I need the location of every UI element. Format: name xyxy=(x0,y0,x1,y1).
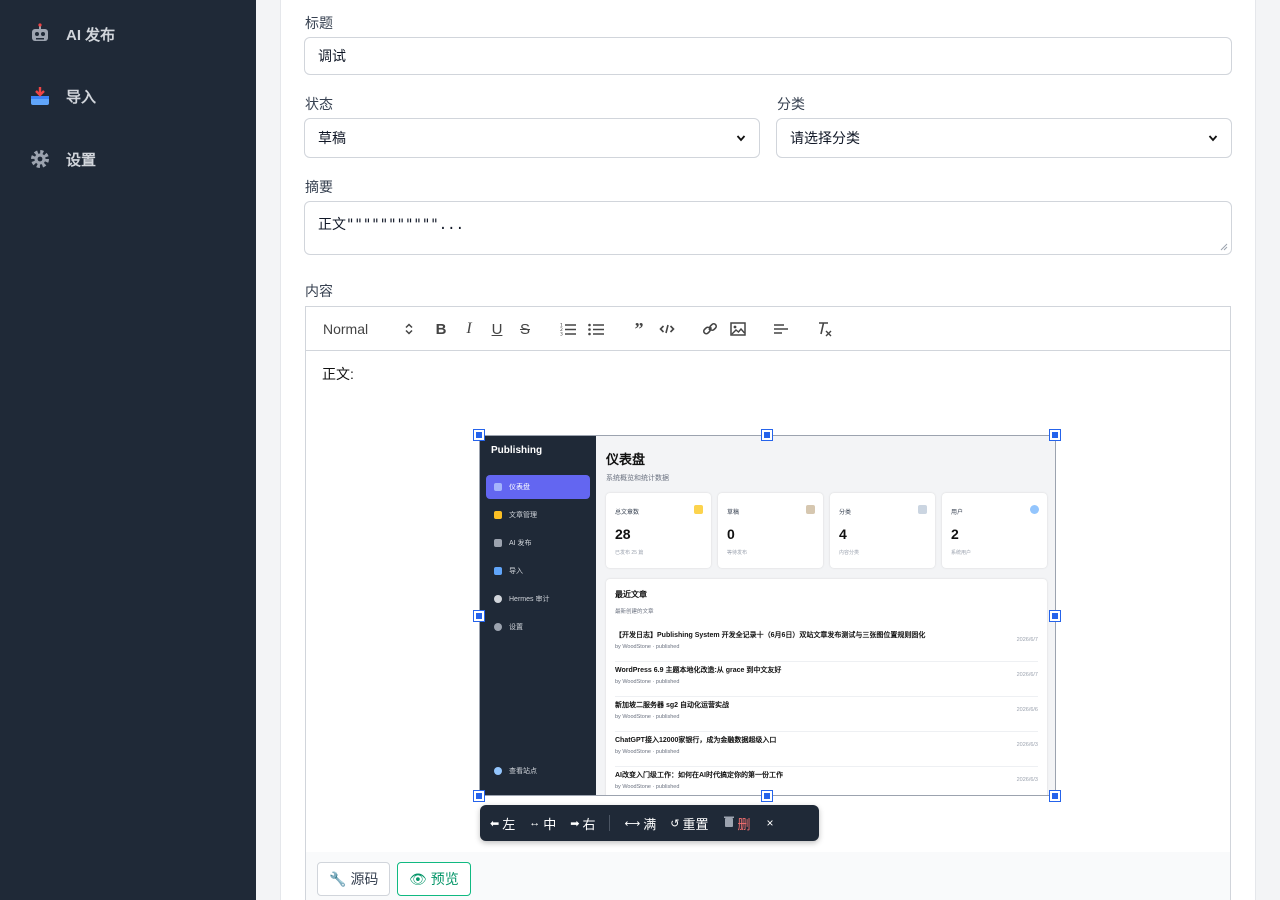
embedded-image[interactable]: Publishing 仪表盘 文章管理 AI 发布 导入 Hermes 审计 设… xyxy=(479,435,1056,796)
code-block-icon[interactable] xyxy=(658,320,676,338)
category-select[interactable]: 请选择分类 xyxy=(776,118,1232,158)
arrow-left-icon: ⬅ xyxy=(490,817,500,830)
embedded-nav-item: 设置 xyxy=(486,615,590,639)
sidebar: AI 发布 导入 设置 xyxy=(0,0,256,900)
underline-icon[interactable]: U xyxy=(488,320,506,338)
sidebar-item-settings[interactable]: 设置 xyxy=(28,145,96,173)
resize-handle-bottom-right[interactable] xyxy=(1049,790,1061,802)
chevron-down-icon xyxy=(736,135,746,142)
title-input[interactable]: 调试 xyxy=(304,37,1232,75)
resize-handle-top-right[interactable] xyxy=(1049,429,1061,441)
resize-handle-bottom[interactable] xyxy=(761,790,773,802)
expand-horizontal-icon: ⟷ xyxy=(624,817,641,830)
resize-handle-top[interactable] xyxy=(761,429,773,441)
link-icon[interactable] xyxy=(701,320,719,338)
resize-handle-top-left[interactable] xyxy=(473,429,485,441)
stat-card: 分类 4 内容分类 xyxy=(830,493,935,568)
align-center-button[interactable]: ↔ 中 xyxy=(529,814,556,833)
embedded-nav-item: 查看站点 xyxy=(486,759,590,783)
status-label: 状态 xyxy=(305,96,333,112)
recent-articles: 最近文章 最新创建的文章 【开发日志】Publishing System 开发全… xyxy=(606,579,1047,795)
embedded-page-subtitle: 系统概览和统计数据 xyxy=(606,475,669,482)
summary-label: 摘要 xyxy=(305,179,333,195)
close-toolbar-button[interactable]: × xyxy=(767,816,774,830)
eye-icon: 👁 xyxy=(409,870,427,887)
status-select-value: 草稿 xyxy=(318,130,346,146)
bold-icon[interactable]: B xyxy=(432,320,450,338)
header-format-select[interactable]: Normal xyxy=(323,319,413,339)
resize-grip-icon[interactable] xyxy=(1220,243,1228,251)
clear-format-icon[interactable] xyxy=(815,320,833,338)
title-input-value: 调试 xyxy=(318,48,346,64)
preview-button[interactable]: 👁 预览 xyxy=(397,862,471,896)
embedded-nav-item: Hermes 审计 xyxy=(486,587,590,611)
embedded-main: 仪表盘 系统概览和统计数据 总文章数 28 已发布 25 篇 草稿 0 等待发布… xyxy=(596,436,1055,795)
strikethrough-icon[interactable]: S xyxy=(516,320,534,338)
gear-icon xyxy=(28,147,52,171)
italic-icon[interactable]: I xyxy=(460,320,478,338)
sidebar-item-label: 导入 xyxy=(66,88,97,106)
status-select[interactable]: 草稿 xyxy=(304,118,760,158)
category-select-value: 请选择分类 xyxy=(790,130,860,146)
sidebar-item-import[interactable]: 导入 xyxy=(28,82,96,110)
reset-size-button[interactable]: ↺ 重置 xyxy=(670,814,708,833)
list-item: AI改变入门级工作：如何在AI时代搞定你的第一份工作 by WoodStone … xyxy=(615,767,1038,795)
image-toolbar: ⬅ 左 ↔ 中 ➡ 右 ⟷ 满 ↺ 重置 删 × xyxy=(480,805,819,841)
arrow-right-icon: ➡ xyxy=(570,817,580,830)
users-icon xyxy=(1030,505,1039,514)
chevron-down-icon xyxy=(1208,135,1218,142)
full-width-button[interactable]: ⟷ 满 xyxy=(624,814,656,833)
align-right-button[interactable]: ➡ 右 xyxy=(570,814,595,833)
list-item: 新加坡二服务器 sg2 自动化运营实战 by WoodStone · publi… xyxy=(615,697,1038,732)
image-icon[interactable] xyxy=(729,320,747,338)
embedded-nav-item: AI 发布 xyxy=(486,531,590,555)
content-label: 内容 xyxy=(305,283,333,299)
embedded-nav-item: 仪表盘 xyxy=(486,475,590,499)
embedded-brand: Publishing xyxy=(491,445,543,456)
blockquote-icon[interactable]: ” xyxy=(630,319,648,339)
list-item: 【开发日志】Publishing System 开发全记录十（6月6日）双站文章… xyxy=(615,627,1038,662)
resize-handle-bottom-left[interactable] xyxy=(473,790,485,802)
ordered-list-icon[interactable]: 123 xyxy=(559,320,577,338)
list-item: WordPress 6.9 主题本地化改造:从 grace 到中文友好 by W… xyxy=(615,662,1038,697)
align-left-button[interactable]: ⬅ 左 xyxy=(490,814,515,833)
resize-handle-right[interactable] xyxy=(1049,610,1061,622)
sidebar-item-label: 设置 xyxy=(66,151,97,169)
header-format-value: Normal xyxy=(323,321,369,337)
embedded-page-title: 仪表盘 xyxy=(606,452,646,467)
embedded-nav-item: 文章管理 xyxy=(486,503,590,527)
updown-arrows-icon xyxy=(405,323,413,335)
summary-textarea[interactable]: 正文"""""""""""... xyxy=(304,201,1232,255)
source-code-button[interactable]: 🔧 源码 xyxy=(317,862,391,896)
editor-toolbar: Normal B I U S 123 ” xyxy=(306,307,1230,351)
summary-textarea-value: 正文"""""""""""... xyxy=(318,217,465,233)
folder-icon xyxy=(918,505,927,514)
stat-card: 总文章数 28 已发布 25 篇 xyxy=(606,493,711,568)
resize-handle-left[interactable] xyxy=(473,610,485,622)
bullet-list-icon[interactable] xyxy=(587,320,605,338)
embedded-nav-item: 导入 xyxy=(486,559,590,583)
arrow-horizontal-icon: ↔ xyxy=(529,817,541,829)
stat-card: 用户 2 系统用户 xyxy=(942,493,1047,568)
trash-icon xyxy=(723,815,735,831)
robot-icon xyxy=(28,22,52,46)
category-label: 分类 xyxy=(777,96,805,112)
svg-text:3: 3 xyxy=(560,332,563,337)
embedded-sidebar: Publishing 仪表盘 文章管理 AI 发布 导入 Hermes 审计 设… xyxy=(480,436,596,795)
align-left-icon[interactable] xyxy=(772,320,790,338)
wrench-icon: 🔧 xyxy=(329,870,347,887)
list-item: ChatGPT接入12000家银行，成为金融数据超级入口 by WoodSton… xyxy=(615,732,1038,767)
memo-icon xyxy=(694,505,703,514)
delete-image-button[interactable]: 删 xyxy=(723,814,751,833)
editor-body-text: 正文: xyxy=(322,366,354,382)
sidebar-item-ai-publish[interactable]: AI 发布 xyxy=(28,20,115,48)
clipboard-icon xyxy=(806,505,815,514)
stat-card: 草稿 0 等待发布 xyxy=(718,493,823,568)
editor-footer: 🔧 源码 👁 预览 xyxy=(305,852,1231,900)
sidebar-item-label: AI 发布 xyxy=(66,26,116,44)
refresh-icon: ↺ xyxy=(670,817,680,830)
toolbar-divider xyxy=(609,815,611,831)
title-label: 标题 xyxy=(305,15,333,31)
inbox-tray-icon xyxy=(28,84,52,108)
